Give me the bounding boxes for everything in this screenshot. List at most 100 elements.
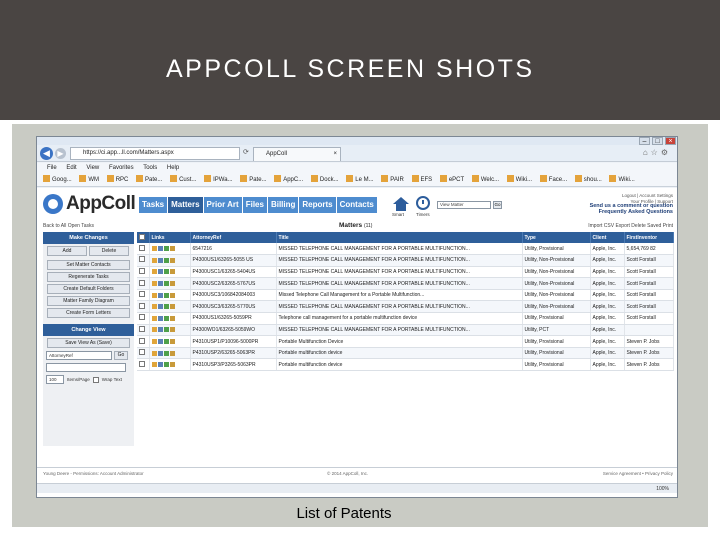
menu-tools[interactable]: Tools — [143, 165, 157, 171]
row-checkbox[interactable] — [139, 279, 145, 286]
attorney-ref-cell[interactable]: P4310USP2/63265-5063PR — [190, 347, 277, 360]
money-icon[interactable] — [163, 304, 169, 310]
home-icon[interactable] — [393, 197, 409, 211]
documents-icon[interactable] — [169, 362, 175, 368]
attorney-ref-cell[interactable]: P4300USC3/63265-5770US — [190, 300, 277, 314]
favorite-item[interactable]: Pate... — [240, 173, 267, 186]
contacts-icon[interactable] — [157, 246, 163, 252]
contacts-icon[interactable] — [157, 315, 163, 321]
favorite-item[interactable]: RPC — [106, 173, 128, 186]
save-view-as-button[interactable]: Save View As (Save) — [47, 338, 130, 348]
table-row[interactable]: P4300US1/63265-5055 US MISSED TELEPHONE C… — [137, 254, 674, 267]
view-go-button[interactable]: Go — [114, 351, 128, 360]
row-select-cell[interactable] — [137, 358, 150, 372]
row-checkbox[interactable] — [139, 360, 145, 367]
wrap-text-checkbox[interactable] — [92, 376, 99, 383]
clock-icon[interactable] — [416, 196, 430, 210]
row-select-cell[interactable] — [137, 254, 150, 267]
create-default-folders-button[interactable]: Create Default Folders — [47, 284, 130, 294]
contacts-icon[interactable] — [157, 269, 163, 275]
menu-file[interactable]: File — [47, 165, 57, 171]
back-arrow-icon[interactable]: ◀ — [40, 147, 53, 160]
export-links[interactable]: Import CSV Export Delete Saved Print — [588, 221, 673, 231]
favorite-item[interactable]: EFS — [411, 173, 432, 186]
row-checkbox[interactable] — [139, 291, 145, 298]
row-select-cell[interactable] — [137, 243, 150, 256]
row-checkbox[interactable] — [139, 302, 145, 309]
money-icon[interactable] — [163, 257, 169, 263]
documents-icon[interactable] — [169, 246, 175, 252]
documents-icon[interactable] — [169, 339, 175, 345]
contacts-icon[interactable] — [157, 362, 163, 368]
documents-icon[interactable] — [169, 315, 175, 321]
documents-icon[interactable] — [169, 304, 175, 310]
row-checkbox[interactable] — [139, 337, 145, 344]
column-header[interactable]: Type — [522, 232, 591, 243]
view-name-input[interactable] — [46, 363, 126, 372]
documents-icon[interactable] — [169, 281, 175, 287]
table-row[interactable]: P4300WO1/63265-5059WO MISSED TELEPHONE CA… — [137, 324, 674, 337]
add-button[interactable]: Add — [47, 246, 87, 256]
browser-toolbar-icons[interactable]: ⌂☆⚙ — [643, 148, 671, 157]
column-header[interactable]: Title — [276, 232, 523, 243]
row-checkbox[interactable] — [139, 349, 145, 356]
favorite-item[interactable]: ePCT — [439, 173, 464, 186]
row-select-cell[interactable] — [137, 324, 150, 337]
menu-edit[interactable]: Edit — [66, 165, 76, 171]
menu-help[interactable]: Help — [167, 165, 179, 171]
nav-billing[interactable]: Billing — [267, 197, 299, 213]
row-checkbox[interactable] — [139, 314, 145, 321]
nav-matters[interactable]: Matters — [168, 197, 203, 213]
view-matter-go-button[interactable]: Go — [493, 201, 502, 209]
favorite-item[interactable]: Cust... — [170, 173, 196, 186]
attorney-ref-cell[interactable]: 6547216 — [190, 243, 277, 256]
money-icon[interactable] — [163, 292, 169, 298]
folder-icon[interactable] — [151, 292, 157, 298]
contacts-icon[interactable] — [157, 304, 163, 310]
folder-icon[interactable] — [151, 339, 157, 345]
nav-files[interactable]: Files — [242, 197, 267, 213]
attorney-ref-cell[interactable]: P4300USC2/63265-5767US — [190, 277, 277, 290]
contacts-icon[interactable] — [157, 281, 163, 287]
nav-contacts[interactable]: Contacts — [336, 197, 377, 213]
favorite-item[interactable]: Le M... — [346, 173, 374, 186]
documents-icon[interactable] — [169, 269, 175, 275]
nav-reports[interactable]: Reports — [299, 197, 336, 213]
back-link[interactable]: Back to All Open Tasks — [43, 221, 94, 231]
favorite-item[interactable]: shou... — [574, 173, 602, 186]
table-row[interactable]: 6547216 MISSED TELEPHONE CALL MANAGEMENT … — [137, 243, 674, 256]
contacts-icon[interactable] — [157, 257, 163, 263]
items-per-page-select[interactable]: 100 — [46, 375, 64, 384]
money-icon[interactable] — [163, 327, 169, 333]
folder-icon[interactable] — [151, 281, 157, 287]
row-select-cell[interactable] — [137, 289, 150, 302]
row-select-cell[interactable] — [137, 347, 150, 360]
favorite-item[interactable]: WM — [79, 173, 99, 186]
tab-close-icon[interactable]: × — [333, 148, 337, 161]
menu-view[interactable]: View — [86, 165, 99, 171]
row-select-cell[interactable] — [137, 335, 150, 348]
select-all-checkbox[interactable] — [139, 233, 145, 240]
folder-icon[interactable] — [151, 269, 157, 275]
regenerate-tasks-button[interactable]: Regenerate Tasks — [47, 272, 130, 282]
money-icon[interactable] — [163, 281, 169, 287]
table-row[interactable]: P4300USC1/63265-5404US MISSED TELEPHONE C… — [137, 266, 674, 279]
close-icon[interactable]: × — [665, 137, 676, 145]
favorite-item[interactable]: Dock... — [310, 173, 339, 186]
money-icon[interactable] — [163, 246, 169, 252]
faq-link[interactable]: Frequently Asked Questions — [590, 209, 673, 216]
row-select-cell[interactable] — [137, 300, 150, 314]
contacts-icon[interactable] — [157, 292, 163, 298]
nav-tasks[interactable]: Tasks — [139, 197, 168, 213]
create-form-letters-button[interactable]: Create Form Letters — [47, 308, 130, 318]
favorite-item[interactable]: Wiki... — [609, 173, 635, 186]
documents-icon[interactable] — [169, 350, 175, 356]
column-header[interactable]: AttorneyRef — [190, 232, 277, 243]
footer-links[interactable]: Service Agreement • Privacy Policy — [603, 468, 673, 479]
browser-tab[interactable]: AppColl × — [253, 147, 341, 161]
attorney-ref-cell[interactable]: P4310USP1/P10096-5000PR — [190, 335, 277, 348]
maximize-icon[interactable]: □ — [652, 137, 663, 145]
money-icon[interactable] — [163, 350, 169, 356]
row-checkbox[interactable] — [139, 325, 145, 332]
row-select-cell[interactable] — [137, 312, 150, 325]
